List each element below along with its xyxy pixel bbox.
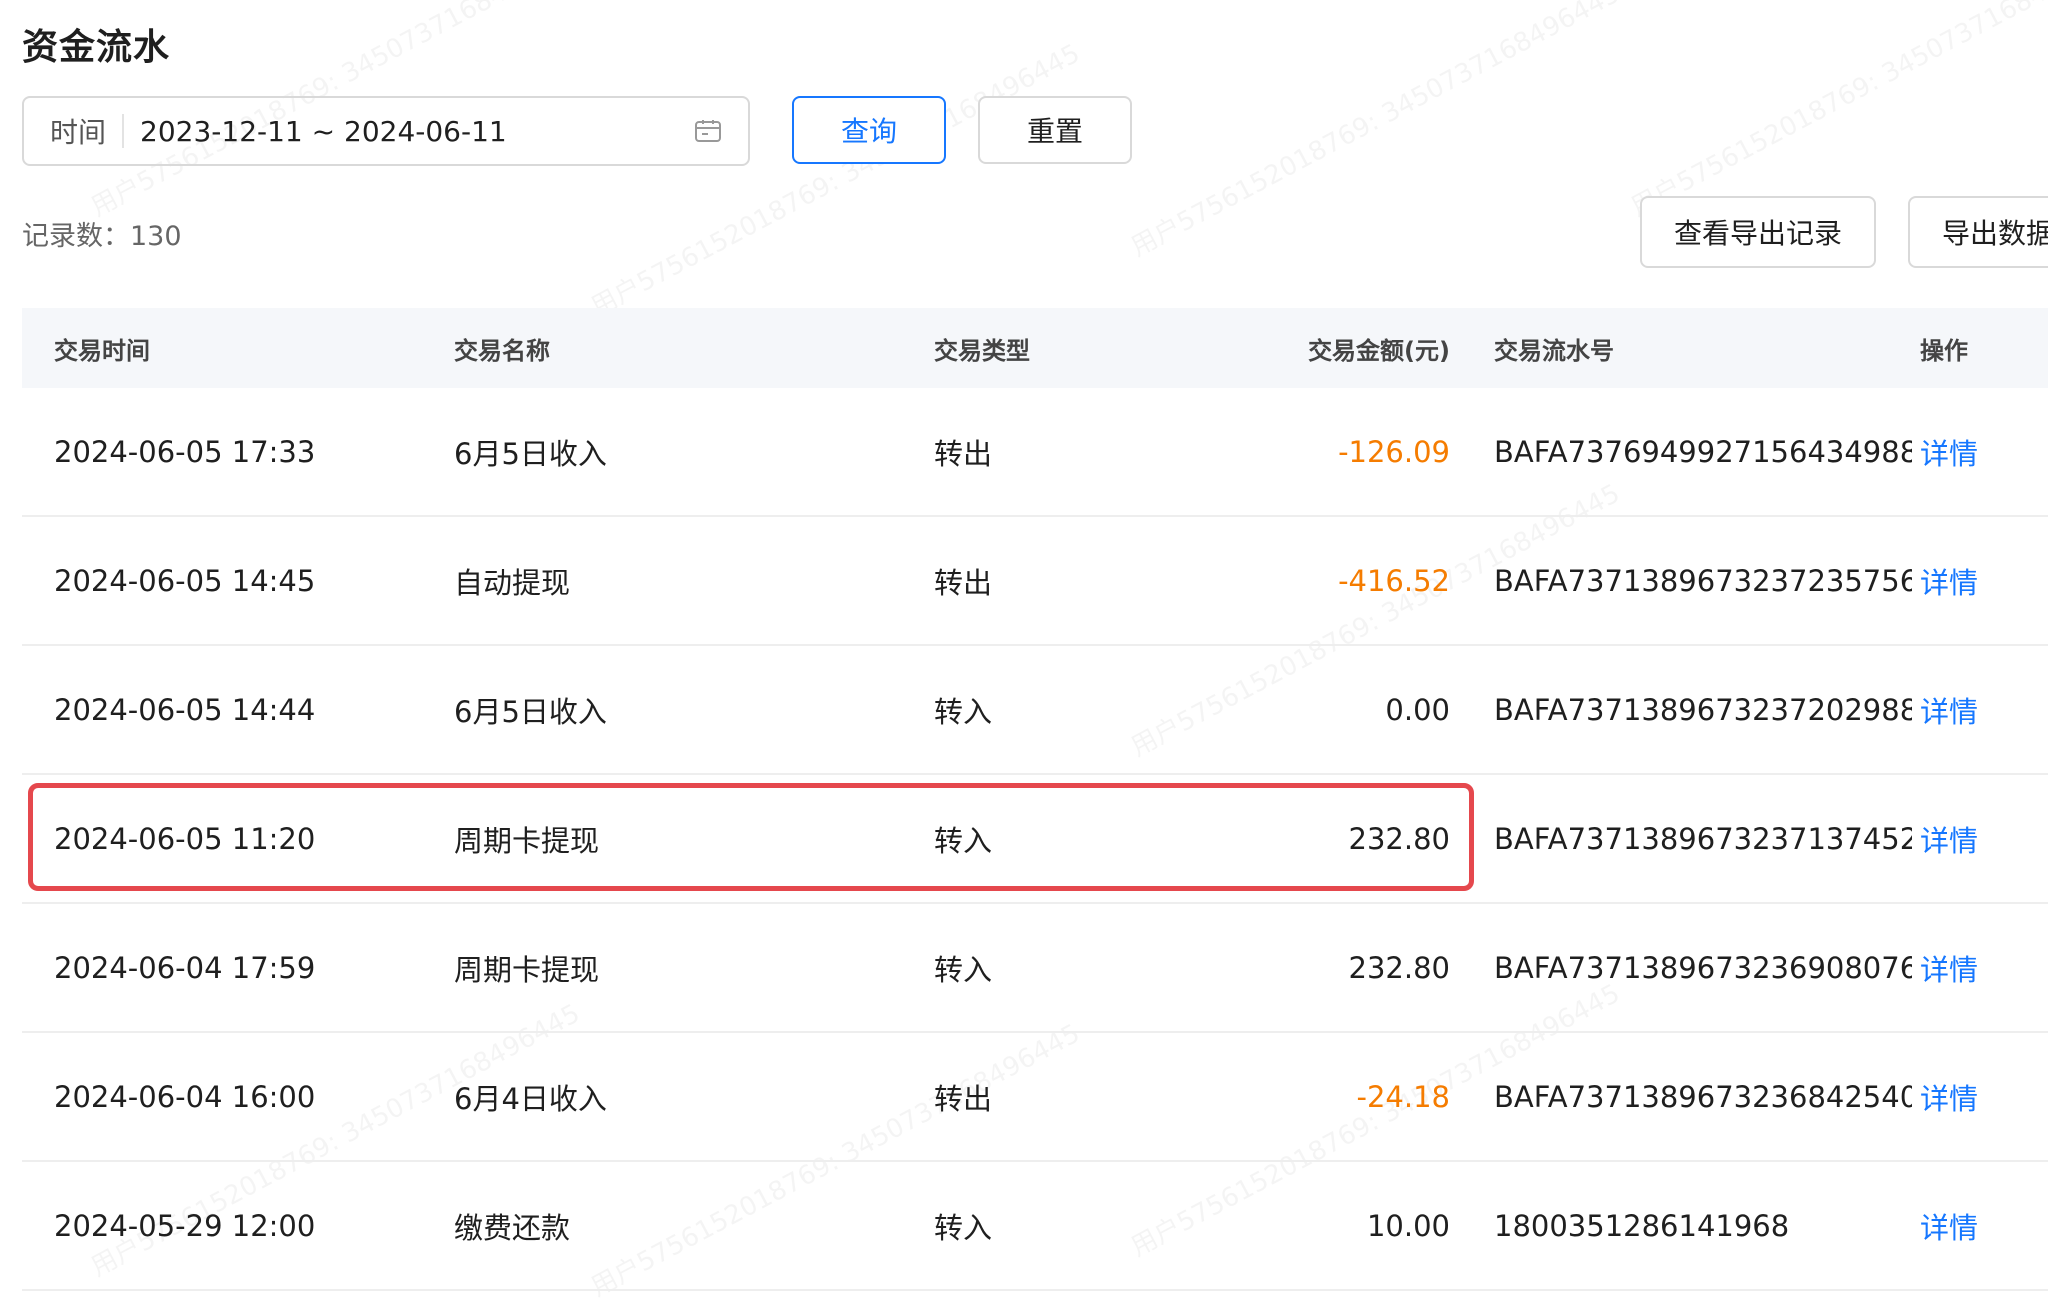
header-type: 交易类型 xyxy=(934,336,1030,365)
cell-time: 2024-06-05 11:20 xyxy=(54,821,316,856)
table-row: 2024-06-04 17:59 周期卡提现 转入 232.80 BAFA737… xyxy=(22,904,2048,1033)
cell-serial: BAFA7371389673236842540 xyxy=(1494,1079,1912,1114)
cell-type: 转入 xyxy=(934,952,993,987)
watermark: 用户5756152018769: 345073716849644​5 xyxy=(1123,0,1625,264)
divider xyxy=(122,114,125,148)
cell-amount: 10.00 xyxy=(1366,1208,1450,1243)
cell-serial: BAFA7371389673236908076 xyxy=(1494,950,1912,985)
watermark: 用户5756152018769: 345073716849644​5 xyxy=(1623,0,2048,224)
cell-name: 6月5日收入 xyxy=(454,436,607,471)
cell-type: 转入 xyxy=(934,823,993,858)
header-name: 交易名称 xyxy=(454,336,550,365)
watermark: 用户5756152018769: 345073716849644​5 xyxy=(583,33,1085,323)
cell-time: 2024-06-04 17:59 xyxy=(54,950,316,985)
cell-name: 缴费还款 xyxy=(454,1210,571,1245)
cell-serial: BAFA7371389673237235756 xyxy=(1494,563,1912,598)
details-link[interactable]: 详情 xyxy=(1920,646,1978,773)
cell-serial: BAFA7371389673237202988 xyxy=(1494,692,1912,727)
header-time: 交易时间 xyxy=(54,336,150,365)
cell-time: 2024-06-04 16:00 xyxy=(54,1079,316,1114)
table-row: 2024-05-29 12:00 缴费还款 转入 10.00 180035128… xyxy=(22,1162,2048,1291)
cell-type: 转入 xyxy=(934,694,993,729)
cell-type: 转出 xyxy=(934,436,993,471)
details-link[interactable]: 详情 xyxy=(1920,775,1978,902)
transactions-table: 交易时间 交易名称 交易类型 交易金额(元) 交易流水号 操作 2024-06-… xyxy=(22,308,2048,1291)
cell-name: 6月4日收入 xyxy=(454,1081,607,1116)
cell-time: 2024-06-05 14:44 xyxy=(54,692,316,727)
cell-amount: 232.80 xyxy=(1348,950,1450,985)
details-link[interactable]: 详情 xyxy=(1920,517,1978,644)
date-range-label: 时间 xyxy=(50,116,107,149)
query-button[interactable]: 查询 xyxy=(792,96,946,164)
details-link[interactable]: 详情 xyxy=(1920,1033,1978,1160)
cell-time: 2024-06-05 14:45 xyxy=(54,563,316,598)
export-data-button[interactable]: 导出数据 xyxy=(1908,196,2048,268)
header-serial: 交易流水号 xyxy=(1494,336,1614,365)
details-link[interactable]: 详情 xyxy=(1920,388,1978,515)
reset-button[interactable]: 重置 xyxy=(978,96,1132,164)
table-row: 2024-06-05 11:20 周期卡提现 转入 232.80 BAFA737… xyxy=(22,775,2048,904)
date-range-value[interactable]: 2023-12-11 ~ 2024-06-11 xyxy=(140,115,694,148)
cell-amount: -126.09 xyxy=(1338,434,1450,469)
calendar-icon[interactable] xyxy=(694,119,722,143)
cell-name: 自动提现 xyxy=(454,565,571,600)
cell-type: 转入 xyxy=(934,1210,993,1245)
cell-serial: BAFA7376949927156434988 xyxy=(1494,434,1912,469)
header-amount: 交易金额(元) xyxy=(1308,336,1450,365)
details-link[interactable]: 详情 xyxy=(1920,904,1978,1031)
table-header: 交易时间 交易名称 交易类型 交易金额(元) 交易流水号 操作 xyxy=(22,308,2048,388)
view-export-log-button[interactable]: 查看导出记录 xyxy=(1640,196,1876,268)
table-row: 2024-06-05 14:44 6月5日收入 转入 0.00 BAFA7371… xyxy=(22,646,2048,775)
cell-name: 周期卡提现 xyxy=(454,823,600,858)
cell-serial: BAFA737138967323713745​20 xyxy=(1494,821,1912,856)
cell-amount: 232.80 xyxy=(1348,821,1450,856)
date-range-picker[interactable]: 时间 2023-12-11 ~ 2024-06-11 xyxy=(22,96,750,166)
details-link[interactable]: 详情 xyxy=(1920,1162,1978,1289)
cell-amount: 0.00 xyxy=(1385,692,1450,727)
cell-name: 周期卡提现 xyxy=(454,952,600,987)
cell-time: 2024-06-05 17:33 xyxy=(54,434,316,469)
header-operation: 操作 xyxy=(1920,336,1968,365)
cell-time: 2024-05-29 12:00 xyxy=(54,1208,316,1243)
cell-name: 6月5日收入 xyxy=(454,694,607,729)
record-count: 记录数：130 xyxy=(22,221,182,252)
page-title: 资金流水 xyxy=(22,27,171,68)
cell-type: 转出 xyxy=(934,1081,993,1116)
table-row: 2024-06-04 16:00 6月4日收入 转出 -24.18 BAFA73… xyxy=(22,1033,2048,1162)
cell-amount: -416.52 xyxy=(1338,563,1450,598)
cell-serial: 1800351286141968 xyxy=(1494,1208,1790,1243)
cell-amount: -24.18 xyxy=(1356,1079,1451,1114)
table-row: 2024-06-05 14:45 自动提现 转出 -416.52 BAFA737… xyxy=(22,517,2048,646)
table-row: 2024-06-05 17:33 6月5日收入 转出 -126.09 BAFA7… xyxy=(22,388,2048,517)
cell-type: 转出 xyxy=(934,565,993,600)
